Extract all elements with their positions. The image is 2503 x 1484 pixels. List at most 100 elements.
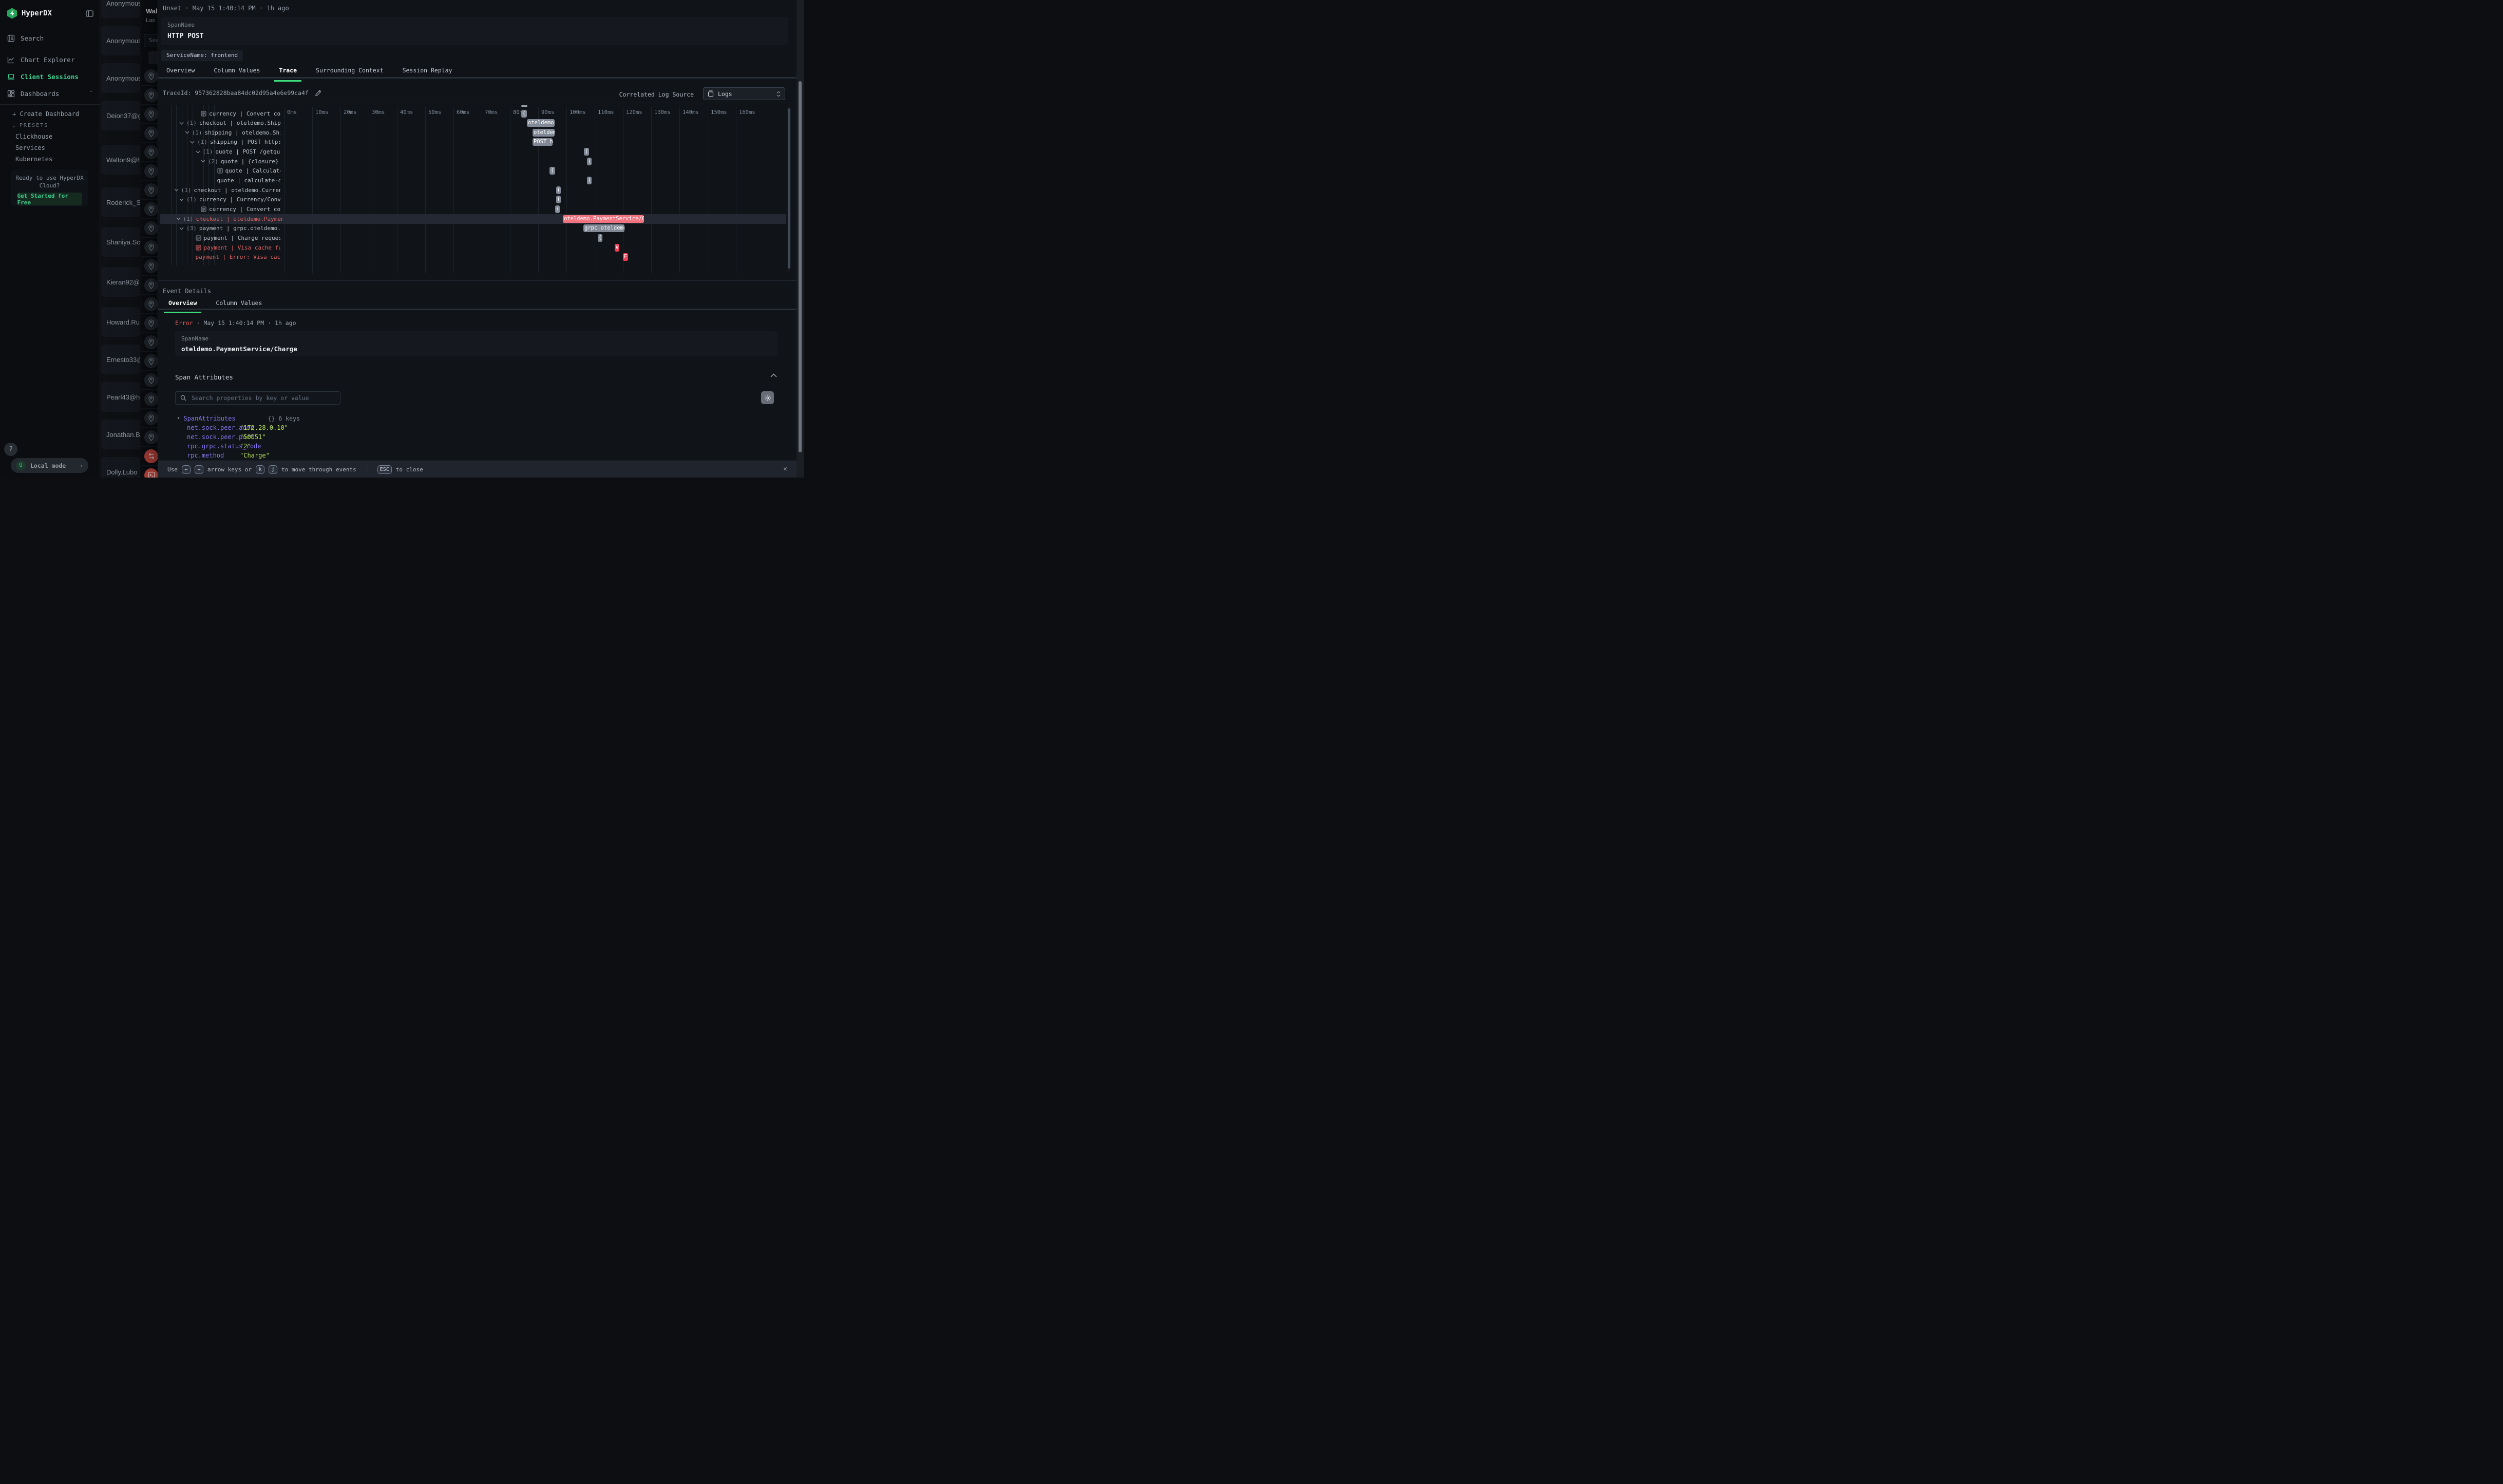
location-pin-icon[interactable] bbox=[144, 278, 158, 292]
sidebar-item-clickhouse[interactable]: Clickhouse bbox=[12, 131, 100, 142]
session-card[interactable]: Anonymous bbox=[101, 26, 140, 55]
location-pin-icon[interactable] bbox=[144, 373, 158, 387]
trace-span-bar[interactable]: ( bbox=[587, 158, 592, 165]
session-card[interactable]: Ernesto33@ bbox=[101, 345, 140, 374]
trace-span-bar[interactable]: POST ht bbox=[533, 138, 553, 146]
chevron-down-icon[interactable] bbox=[179, 198, 184, 201]
attribute-row[interactable]: rpc.method"Charge" bbox=[177, 451, 776, 460]
sidebar-item-client-sessions[interactable]: Client Sessions bbox=[0, 68, 100, 85]
trace-row[interactable]: currency | Convert convers…( bbox=[158, 109, 786, 119]
trace-row[interactable]: (1)quote | POST /getquote( bbox=[158, 147, 786, 157]
tab-session-replay[interactable]: Session Replay bbox=[403, 67, 452, 77]
location-pin-icon[interactable] bbox=[144, 335, 158, 349]
location-pin-icon[interactable] bbox=[144, 69, 158, 83]
tab-overview[interactable]: Overview bbox=[166, 67, 195, 77]
trace-row[interactable]: quote | Calculated q…( bbox=[158, 166, 786, 176]
chevron-down-icon[interactable] bbox=[201, 160, 205, 163]
attribute-value[interactable]: "2" bbox=[240, 443, 251, 450]
trace-row[interactable]: payment | Error: Visa cache ful…E bbox=[158, 252, 786, 262]
location-pin-icon[interactable] bbox=[144, 316, 158, 330]
trace-row[interactable]: (1)checkout | oteldemo.PaymentServi…otel… bbox=[160, 214, 786, 224]
trace-row[interactable]: (2)quote | {closure}( bbox=[158, 157, 786, 166]
attribute-row[interactable]: rpc.grpc.status_code"2" bbox=[177, 442, 776, 451]
location-pin-icon[interactable] bbox=[144, 411, 158, 425]
trace-span-bar[interactable]: ( bbox=[556, 196, 561, 203]
edit-icon[interactable] bbox=[315, 90, 321, 97]
trace-span-bar[interactable]: ( bbox=[556, 186, 561, 194]
trace-span-bar[interactable]: ( bbox=[549, 167, 555, 175]
attributes-settings-button[interactable] bbox=[761, 391, 774, 404]
sidebar-item-kubernetes[interactable]: Kubernetes bbox=[12, 154, 100, 165]
trace-span-bar[interactable]: ( bbox=[555, 205, 560, 213]
trace-span-bar[interactable]: ( bbox=[598, 234, 602, 242]
session-card[interactable]: Dolly.Lubo bbox=[101, 457, 140, 478]
tab-surrounding-context[interactable]: Surrounding Context bbox=[316, 67, 384, 77]
session-card[interactable]: Howard.Ru bbox=[101, 307, 140, 337]
attribute-key[interactable]: net.sock.peer.addr bbox=[187, 424, 240, 431]
chevron-down-icon[interactable] bbox=[174, 188, 179, 192]
attribute-row[interactable]: net.sock.peer.addr"172.28.0.10" bbox=[177, 423, 776, 432]
terminal-icon[interactable] bbox=[144, 468, 158, 478]
location-pin-icon[interactable] bbox=[144, 221, 158, 235]
location-pin-icon[interactable] bbox=[144, 297, 158, 311]
trace-row[interactable]: (1)checkout | oteldemo.CurrencySe…( bbox=[158, 185, 786, 195]
location-pin-icon[interactable] bbox=[144, 126, 158, 140]
attribute-key[interactable]: rpc.grpc.status_code bbox=[187, 443, 240, 450]
swap-icon[interactable] bbox=[144, 449, 158, 463]
chevron-down-icon[interactable] bbox=[185, 131, 189, 134]
attribute-value[interactable]: "172.28.0.10" bbox=[240, 424, 288, 431]
presets-group-label[interactable]: ⌄PRESETS bbox=[12, 120, 100, 131]
trace-span-bar[interactable]: oteldemo bbox=[533, 129, 555, 137]
chevron-down-icon[interactable] bbox=[196, 150, 200, 154]
collapse-section-icon[interactable] bbox=[770, 373, 777, 377]
session-card[interactable]: Kieran92@h bbox=[101, 267, 140, 297]
attributes-search-input[interactable] bbox=[191, 394, 335, 402]
session-card[interactable]: Walton9@ho bbox=[101, 145, 140, 175]
location-pin-icon[interactable] bbox=[144, 259, 158, 273]
session-card[interactable]: Anonymous bbox=[101, 63, 140, 93]
trace-row[interactable]: currency | Convert convers…( bbox=[158, 204, 786, 214]
local-mode-menu[interactable]: U Local mode › bbox=[11, 458, 88, 473]
location-pin-icon[interactable] bbox=[144, 145, 158, 159]
location-pin-icon[interactable] bbox=[144, 88, 158, 102]
trace-row[interactable]: (1)currency | Currency/Convert( bbox=[158, 195, 786, 204]
trace-row[interactable]: (3)payment | grpc.oteldemo.Paymen…grpc.o… bbox=[158, 223, 786, 233]
sidebar-item-chart-explorer[interactable]: Chart Explorer bbox=[0, 51, 100, 68]
location-pin-icon[interactable] bbox=[144, 164, 158, 178]
location-pin-icon[interactable] bbox=[144, 107, 158, 121]
chevron-up-icon[interactable]: ˆ bbox=[89, 91, 92, 97]
trace-span-bar[interactable]: ( bbox=[584, 148, 589, 156]
trace-row[interactable]: payment | Visa cache full: c…V bbox=[158, 243, 786, 253]
attributes-root-row[interactable]: ▾ SpanAttributes {} 6 keys bbox=[177, 414, 776, 423]
session-card[interactable]: Jonathan.B bbox=[101, 420, 140, 449]
create-dashboard-button[interactable]: + Create Dashboard bbox=[12, 108, 100, 120]
tab-column-values[interactable]: Column Values bbox=[214, 67, 260, 77]
attribute-key[interactable]: rpc.method bbox=[187, 452, 240, 459]
trace-span-bar[interactable]: ( bbox=[587, 177, 592, 184]
trace-span-bar[interactable]: oteldemo.PaymentService/Char bbox=[563, 215, 644, 223]
chevron-down-icon[interactable] bbox=[179, 122, 184, 125]
page-scrollbar-thumb[interactable] bbox=[799, 81, 802, 452]
attribute-value[interactable]: "Charge" bbox=[240, 452, 270, 459]
trace-span-bar[interactable]: oteldemo. bbox=[527, 119, 555, 127]
attribute-key[interactable]: net.sock.peer.port bbox=[187, 433, 240, 441]
session-card[interactable]: Deion37@gm bbox=[101, 101, 140, 130]
trace-span-bar[interactable]: E bbox=[623, 253, 628, 261]
attribute-row[interactable]: net.sock.peer.port"50051" bbox=[177, 432, 776, 442]
correlated-log-source-select[interactable]: Logs bbox=[703, 87, 785, 100]
chevron-down-icon[interactable] bbox=[176, 217, 181, 220]
sidebar-item-dashboards[interactable]: Dashboards ˆ bbox=[0, 85, 100, 102]
sidebar-item-search[interactable]: Search bbox=[0, 30, 100, 47]
location-pin-icon[interactable] bbox=[144, 354, 158, 368]
sidebar-item-services[interactable]: Services bbox=[12, 142, 100, 154]
session-card[interactable]: Anonymous bbox=[101, 0, 140, 18]
trace-row[interactable]: (1)checkout | oteldemo.ShippingSe…otelde… bbox=[158, 118, 786, 128]
get-started-button[interactable]: Get Started for Free bbox=[17, 193, 82, 205]
location-pin-icon[interactable] bbox=[144, 240, 158, 254]
help-button[interactable]: ? bbox=[4, 443, 17, 456]
trace-span-bar[interactable]: V bbox=[615, 244, 620, 252]
event-tab-overview[interactable]: Overview bbox=[168, 299, 197, 309]
session-card[interactable]: Pearl43@ho bbox=[101, 382, 140, 412]
minimap-handle[interactable] bbox=[521, 105, 527, 107]
session-card[interactable]: Shaniya.Sc bbox=[101, 227, 140, 257]
